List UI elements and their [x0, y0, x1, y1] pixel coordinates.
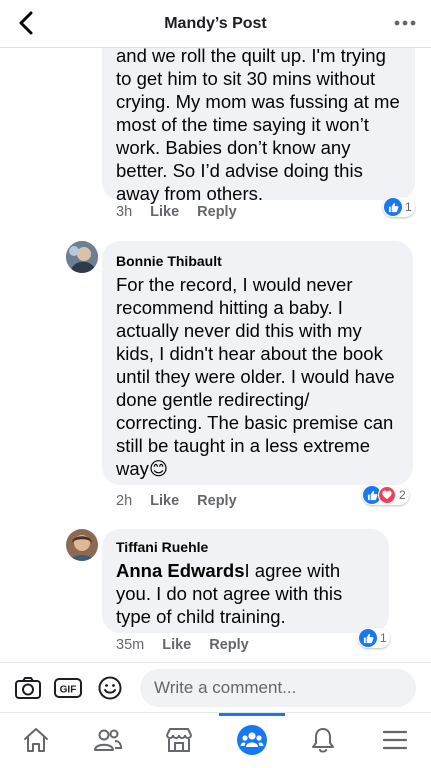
comment-time: 35m	[116, 637, 145, 653]
comment-author[interactable]: Tiffani Ruehle	[116, 539, 375, 555]
like-button[interactable]: Like	[150, 204, 179, 220]
comment-bubble: Tiffani Ruehle Anna EdwardsI agree with …	[102, 529, 389, 633]
comment-time: 3h	[116, 204, 133, 220]
comment-bubble: and we roll the quilt up. I'm trying to …	[102, 48, 415, 204]
avatar[interactable]	[66, 529, 98, 561]
svg-text:GIF: GIF	[60, 685, 77, 696]
reply-button[interactable]: Reply	[197, 493, 237, 509]
reaction-count: 1	[405, 200, 412, 214]
bottom-tab-bar	[0, 712, 431, 768]
comment-text: Anna EdwardsI agree with you. I do not a…	[116, 559, 375, 628]
notifications-icon[interactable]	[308, 725, 338, 755]
camera-icon[interactable]	[14, 676, 42, 700]
love-reaction-icon	[378, 486, 396, 504]
gif-icon[interactable]: GIF	[54, 676, 82, 700]
comment-body: For the record, I would never recommend …	[116, 274, 395, 479]
comment-time: 2h	[116, 493, 133, 509]
marketplace-icon[interactable]	[164, 725, 194, 755]
comment-body: to get him to sit 30 mins without crying…	[116, 68, 400, 204]
comment-actions: 3h Like Reply	[116, 204, 255, 220]
more-horizontal-icon[interactable]	[393, 13, 417, 33]
emoji-icon[interactable]	[96, 676, 124, 700]
avatar[interactable]	[66, 241, 98, 273]
like-button[interactable]: Like	[150, 493, 179, 509]
reply-button[interactable]: Reply	[209, 637, 249, 653]
comment-composer: GIF Write a comment...	[0, 662, 431, 712]
comment-input[interactable]: Write a comment...	[140, 669, 416, 707]
like-reaction-icon	[359, 629, 377, 647]
comments-feed: and we roll the quilt up. I'm trying to …	[0, 48, 431, 662]
reaction-summary[interactable]: 1	[383, 197, 415, 217]
groups-icon[interactable]	[236, 724, 268, 756]
comment-actions: 2h Like Reply	[116, 493, 255, 509]
comment-input-placeholder: Write a comment...	[154, 678, 297, 697]
reaction-summary[interactable]: 1	[358, 628, 390, 648]
friends-icon[interactable]	[93, 725, 123, 755]
comment-bubble: Bonnie Thibault For the record, I would …	[102, 241, 413, 485]
home-icon[interactable]	[21, 725, 51, 755]
comment-actions: 35m Like Reply	[116, 637, 267, 653]
like-button[interactable]: Like	[162, 637, 191, 653]
like-reaction-icon	[384, 198, 402, 216]
comment-author[interactable]: Bonnie Thibault	[116, 253, 399, 269]
mention-link[interactable]: Anna Edwards	[116, 560, 245, 581]
active-tab-indicator	[219, 713, 285, 716]
comment-text: For the record, I would never recommend …	[116, 273, 399, 480]
smiley-emoji: 😊	[148, 458, 169, 479]
reaction-count: 1	[380, 631, 387, 645]
reaction-count: 2	[399, 488, 406, 502]
page-title: Mandy’s Post	[164, 14, 267, 32]
reply-button[interactable]: Reply	[197, 204, 237, 220]
menu-icon[interactable]	[380, 725, 410, 755]
comment-partial-line: and we roll the quilt up. I'm trying	[116, 48, 386, 66]
reaction-summary[interactable]: 2	[362, 485, 409, 505]
chevron-left-icon[interactable]	[14, 10, 40, 36]
top-bar: Mandy’s Post	[0, 0, 431, 48]
